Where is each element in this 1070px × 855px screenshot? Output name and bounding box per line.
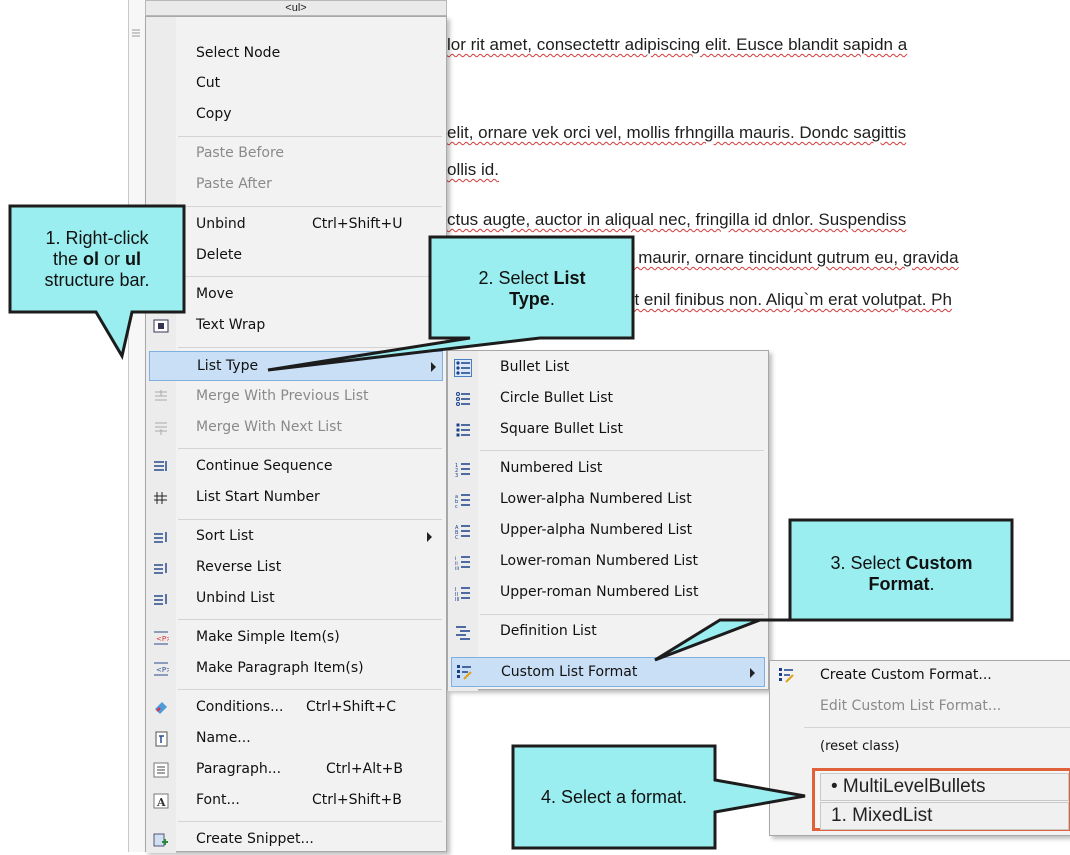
callout-bold-text: ol: [83, 249, 99, 269]
callout-text-line: Type.: [434, 289, 630, 310]
callout-text: .: [549, 289, 555, 309]
callout-text: 3. Select: [830, 553, 906, 573]
callout-text-line: Format.: [794, 574, 1009, 595]
callout-bold-text: Type: [509, 289, 550, 309]
callout-3-text: 3. Select Custom Format.: [794, 553, 1009, 595]
callout-bold-text: Format: [868, 574, 930, 594]
callout-text-line: 2. Select List: [434, 268, 630, 289]
callout-text-line: 1. Right-click: [45, 228, 149, 248]
callout-bold-text: Custom: [905, 553, 973, 573]
callout-text: the: [52, 249, 83, 269]
callout-1-text: 1. Right-click the ol or ul structure ba…: [14, 228, 180, 291]
callout-2-text: 2. Select List Type.: [434, 268, 630, 310]
callout-text-line: structure bar.: [44, 270, 150, 290]
callout-layer: [8, 204, 1014, 850]
callout-text: or: [99, 249, 126, 269]
callout-text-line: 3. Select Custom: [794, 553, 1009, 574]
callout-text-line: the ol or ul: [14, 249, 180, 270]
callout-text: .: [929, 574, 935, 594]
callout-text: 2. Select: [478, 268, 554, 288]
callout-bold-text: List: [553, 268, 586, 288]
callout-bold-text: ul: [125, 249, 142, 269]
callout-4-text: 4. Select a format.: [540, 787, 688, 807]
